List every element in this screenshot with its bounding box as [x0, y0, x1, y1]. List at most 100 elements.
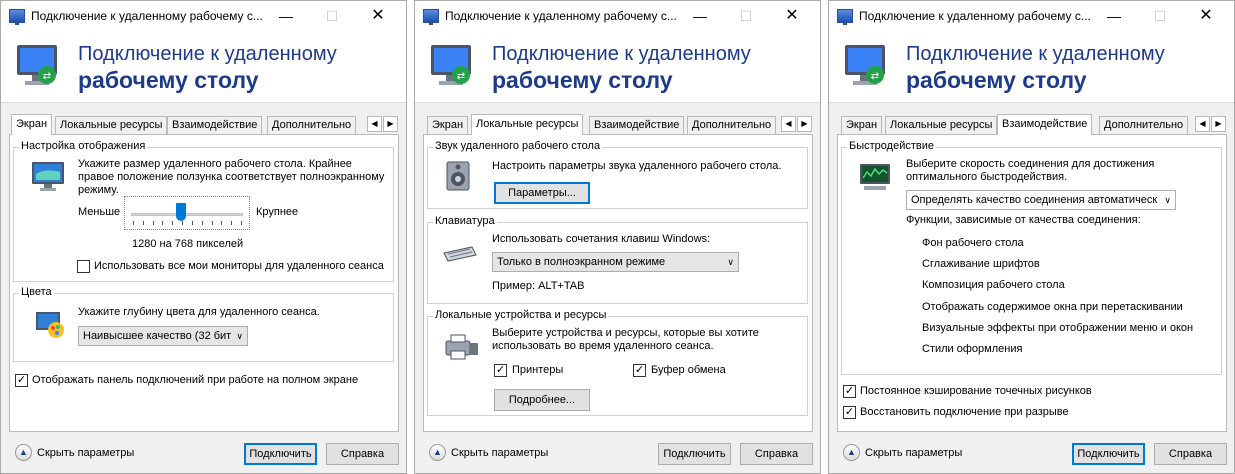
tab-advanced[interactable]: Дополнительно: [687, 116, 777, 135]
maximize-button[interactable]: ☐: [310, 1, 354, 31]
tab-advanced[interactable]: Дополнительно: [1099, 116, 1189, 135]
tab-local-resources[interactable]: Локальные ресурсы: [885, 116, 998, 135]
banner-title-line2: рабочему столу: [492, 67, 673, 93]
feature-menu-animation: Визуальные эффекты при отображении меню …: [922, 322, 1194, 334]
tab-strip: Экран Локальные ресурсы Взаимодействие Д…: [837, 114, 1227, 135]
rdp-app-icon: [9, 9, 25, 25]
chevron-down-icon: ∨: [1164, 195, 1171, 205]
printers-label: Принтеры: [512, 364, 564, 376]
more-devices-button[interactable]: Подробнее...: [494, 389, 590, 411]
maximize-button[interactable]: ☐: [724, 1, 768, 31]
slider-tick: [162, 221, 164, 225]
sound-settings-button[interactable]: Параметры...: [494, 182, 590, 204]
tab-screen[interactable]: Экран: [11, 114, 53, 135]
connect-button[interactable]: Подключить: [658, 443, 731, 465]
minimize-button[interactable]: —: [1092, 1, 1136, 31]
help-button[interactable]: Справка: [326, 443, 399, 465]
tab-advanced[interactable]: Дополнительно: [267, 116, 357, 135]
title-bar[interactable]: Подключение к удаленному рабочему с... —…: [415, 1, 820, 31]
sound-label: Звук удаленного рабочего стола: [433, 140, 603, 152]
resolution-slider[interactable]: [124, 196, 250, 230]
window-title: Подключение к удаленному рабочему с...: [859, 9, 1091, 23]
keyboard-label: Клавиатура: [433, 215, 497, 227]
rdp-window-experience: Подключение к удаленному рабочему с... —…: [828, 0, 1235, 474]
hide-options-chevron-icon[interactable]: ▲: [429, 444, 446, 461]
close-button[interactable]: ✕: [356, 1, 400, 31]
keyboard-mode-value: Только в полноэкранном режиме: [497, 256, 666, 268]
color-depth-value: Наивысшее качество (32 бит: [83, 330, 232, 342]
keyboard-group: Клавиатура Использовать сочетания клавиш…: [427, 215, 808, 304]
hide-options-chevron-icon[interactable]: ▲: [15, 444, 32, 461]
feature-desktop-background: Фон рабочего стола: [922, 237, 1024, 249]
clipboard-checkbox[interactable]: ✓: [633, 364, 646, 377]
bitmap-cache-checkbox[interactable]: ✓: [843, 385, 856, 398]
slider-tick: [142, 221, 144, 225]
all-monitors-checkbox[interactable]: [77, 260, 90, 273]
window-title: Подключение к удаленному рабочему с...: [445, 9, 677, 23]
display-monitor-icon: [32, 162, 64, 191]
minimize-button[interactable]: —: [264, 1, 308, 31]
close-button[interactable]: ✕: [1184, 1, 1228, 31]
all-monitors-label: Использовать все мои мониторы для удален…: [94, 260, 384, 272]
connection-speed-value: Определять качество соединения автоматич…: [911, 194, 1158, 206]
remote-desktop-monitor-icon: ⇄: [17, 45, 57, 85]
keyboard-icon: [443, 246, 477, 262]
banner: ⇄ Подключение к удаленному рабочему стол…: [415, 31, 820, 103]
maximize-button[interactable]: ☐: [1138, 1, 1182, 31]
display-description: Укажите размер удаленного рабочего стола…: [78, 158, 385, 196]
title-bar[interactable]: Подключение к удаленному рабочему с... —…: [1, 1, 406, 31]
tab-experience[interactable]: Взаимодействие: [167, 116, 263, 135]
slider-tick: [231, 221, 233, 225]
keyboard-description: Использовать сочетания клавиш Windows:: [492, 233, 711, 245]
performance-label: Быстродействие: [847, 140, 936, 152]
tab-screen[interactable]: Экран: [841, 116, 883, 135]
tab-scroll-right-button[interactable]: ▶: [797, 116, 812, 132]
reconnect-checkbox[interactable]: ✓: [843, 406, 856, 419]
minimize-button[interactable]: —: [678, 1, 722, 31]
tab-scroll-left-button[interactable]: ◀: [1195, 116, 1210, 132]
tab-experience[interactable]: Взаимодействие: [997, 114, 1093, 135]
slider-ticks: [133, 221, 243, 225]
chevron-down-icon: ∨: [236, 331, 243, 341]
remote-desktop-monitor-icon: ⇄: [431, 45, 471, 85]
connection-speed-dropdown[interactable]: Определять качество соединения автоматич…: [906, 190, 1176, 210]
local-devices-label: Локальные устройства и ресурсы: [433, 309, 609, 321]
banner-title-line2: рабочему столу: [906, 67, 1087, 93]
tab-local-resources[interactable]: Локальные ресурсы: [55, 116, 168, 135]
colors-description: Укажите глубину цвета для удаленного сеа…: [78, 306, 320, 318]
hide-options-link[interactable]: Скрыть параметры: [37, 447, 134, 459]
hide-options-chevron-icon[interactable]: ▲: [843, 444, 860, 461]
tab-scroll-left-button[interactable]: ◀: [367, 116, 382, 132]
banner-title-line1: Подключение к удаленному: [906, 43, 1165, 65]
rdp-app-icon: [837, 9, 853, 25]
help-button[interactable]: Справка: [740, 443, 813, 465]
tab-local-resources[interactable]: Локальные ресурсы: [471, 114, 584, 135]
remote-desktop-monitor-icon: ⇄: [845, 45, 885, 85]
display-settings-label: Настройка отображения: [19, 140, 148, 152]
slider-tick: [152, 221, 154, 225]
printers-checkbox[interactable]: ✓: [494, 364, 507, 377]
connect-button[interactable]: Подключить: [244, 443, 317, 465]
slider-tick: [182, 221, 184, 225]
help-button[interactable]: Справка: [1154, 443, 1227, 465]
hide-options-link[interactable]: Скрыть параметры: [865, 447, 962, 459]
rdp-window-local-resources: Подключение к удаленному рабочему с... —…: [414, 0, 821, 474]
slider-thumb[interactable]: [176, 203, 187, 221]
tab-scroll-right-button[interactable]: ▶: [1211, 116, 1226, 132]
close-button[interactable]: ✕: [770, 1, 814, 31]
feature-font-smoothing: Сглаживание шрифтов: [922, 258, 1040, 270]
reconnect-label: Восстановить подключение при разрыве: [860, 406, 1069, 418]
title-bar[interactable]: Подключение к удаленному рабочему с... —…: [829, 1, 1234, 31]
local-devices-group: Локальные устройства и ресурсы Выберите …: [427, 309, 808, 416]
connect-button[interactable]: Подключить: [1072, 443, 1145, 465]
color-depth-dropdown[interactable]: Наивысшее качество (32 бит ∨: [78, 326, 248, 346]
tab-scroll-left-button[interactable]: ◀: [781, 116, 796, 132]
hide-options-link[interactable]: Скрыть параметры: [451, 447, 548, 459]
tab-strip: Экран Локальные ресурсы Взаимодействие Д…: [423, 114, 813, 135]
connection-bar-checkbox[interactable]: ✓: [15, 374, 28, 387]
clipboard-label: Буфер обмена: [651, 364, 726, 376]
keyboard-mode-dropdown[interactable]: Только в полноэкранном режиме ∨: [492, 252, 739, 272]
tab-scroll-right-button[interactable]: ▶: [383, 116, 398, 132]
tab-screen[interactable]: Экран: [427, 116, 469, 135]
tab-experience[interactable]: Взаимодействие: [589, 116, 685, 135]
